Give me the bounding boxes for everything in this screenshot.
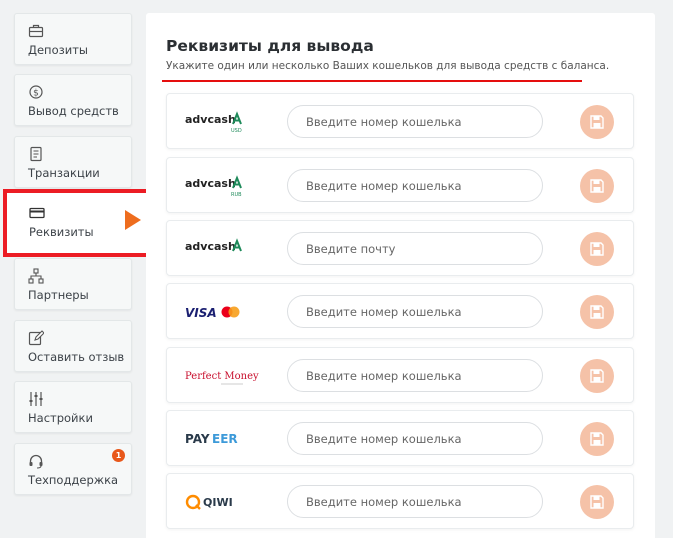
money-out-icon: $ [28, 84, 44, 100]
sidebar-item-withdraw[interactable]: $ Вывод средств [14, 74, 132, 126]
notification-badge: 1 [112, 449, 125, 462]
sidebar-item-label: Депозиты [28, 43, 88, 57]
briefcase-icon [28, 23, 44, 39]
sliders-icon [28, 391, 44, 407]
wallet-input[interactable] [287, 359, 543, 392]
active-arrow-icon [125, 210, 141, 230]
svg-text:USD: USD [231, 128, 242, 134]
wallet-input[interactable] [287, 169, 543, 202]
headset-icon [28, 453, 44, 469]
wallet-input[interactable] [287, 105, 543, 138]
sidebar-item-label: Вывод средств [28, 104, 119, 118]
edit-icon [28, 330, 45, 346]
qiwi-logo: QIWI [185, 488, 275, 516]
svg-text:QIWI: QIWI [203, 496, 233, 509]
wallet-input[interactable] [287, 485, 543, 518]
save-button[interactable] [580, 295, 614, 329]
floppy-disk-icon [590, 305, 604, 319]
wallet-row-advcash-usd: advcash USD [166, 93, 634, 149]
svg-text:RUB: RUB [231, 192, 242, 198]
visa-mastercard-logo: VISA [185, 298, 275, 326]
wallet-row-advcash-rub: advcash RUB [166, 157, 634, 213]
save-button[interactable] [580, 169, 614, 203]
svg-text:PAY: PAY [185, 432, 210, 446]
floppy-disk-icon [590, 115, 604, 129]
wallet-row-payeer: PAY EER [166, 410, 634, 466]
sidebar-item-transactions[interactable]: Транзакции [14, 136, 132, 188]
wallet-row-qiwi: QIWI [166, 473, 634, 529]
save-button[interactable] [580, 232, 614, 266]
perfect-money-logo: Perfect Money [185, 362, 275, 390]
wallet-row-perfect-money: Perfect Money [166, 347, 634, 403]
save-button[interactable] [580, 105, 614, 139]
sidebar-item-requisites[interactable]: Реквизиты [3, 189, 151, 257]
svg-text:advcash: advcash [185, 240, 236, 253]
advcash-logo: advcash [185, 235, 275, 263]
save-button[interactable] [580, 359, 614, 393]
advcash-logo: advcash RUB [185, 172, 275, 200]
svg-text:Perfect Money: Perfect Money [185, 371, 259, 382]
wallet-input[interactable] [287, 295, 543, 328]
highlight-underline [162, 80, 582, 82]
sidebar-item-label: Техподдержка [28, 473, 119, 487]
document-icon [28, 146, 44, 162]
sidebar-item-settings[interactable]: Настройки [14, 381, 132, 433]
svg-text:VISA: VISA [185, 306, 217, 320]
email-input[interactable] [287, 232, 543, 265]
save-button[interactable] [580, 422, 614, 456]
floppy-disk-icon [590, 179, 604, 193]
sidebar-item-label: Настройки [28, 411, 93, 425]
floppy-disk-icon [590, 242, 604, 256]
requisites-panel: Реквизиты для вывода Укажите один или не… [146, 13, 655, 538]
sidebar-item-support[interactable]: Техподдержка 1 [14, 443, 132, 495]
svg-text:advcash: advcash [185, 177, 236, 190]
floppy-disk-icon [590, 432, 604, 446]
sidebar-item-label: Реквизиты [29, 225, 94, 239]
sidebar-item-deposits[interactable]: Депозиты [14, 13, 132, 65]
save-button[interactable] [580, 485, 614, 519]
page-subtitle: Укажите один или несколько Ваших кошельк… [166, 60, 610, 72]
wallet-row-visa: VISA [166, 283, 634, 339]
payeer-logo: PAY EER [185, 425, 275, 453]
svg-text:advcash: advcash [185, 113, 236, 126]
floppy-disk-icon [590, 495, 604, 509]
advcash-logo: advcash USD [185, 108, 275, 136]
credit-card-icon [29, 205, 45, 221]
page-title: Реквизиты для вывода [166, 37, 374, 55]
sidebar-item-review[interactable]: Оставить отзыв [14, 320, 132, 372]
wallet-row-advcash-email: advcash [166, 220, 634, 276]
sidebar-item-label: Транзакции [28, 166, 100, 180]
svg-text:EER: EER [212, 432, 238, 446]
sidebar-item-label: Партнеры [28, 288, 89, 302]
network-icon [28, 268, 44, 284]
sidebar-item-label: Оставить отзыв [28, 350, 125, 364]
floppy-disk-icon [590, 369, 604, 383]
wallet-input[interactable] [287, 422, 543, 455]
sidebar-item-partners[interactable]: Партнеры [14, 258, 132, 310]
svg-text:$: $ [33, 89, 39, 99]
